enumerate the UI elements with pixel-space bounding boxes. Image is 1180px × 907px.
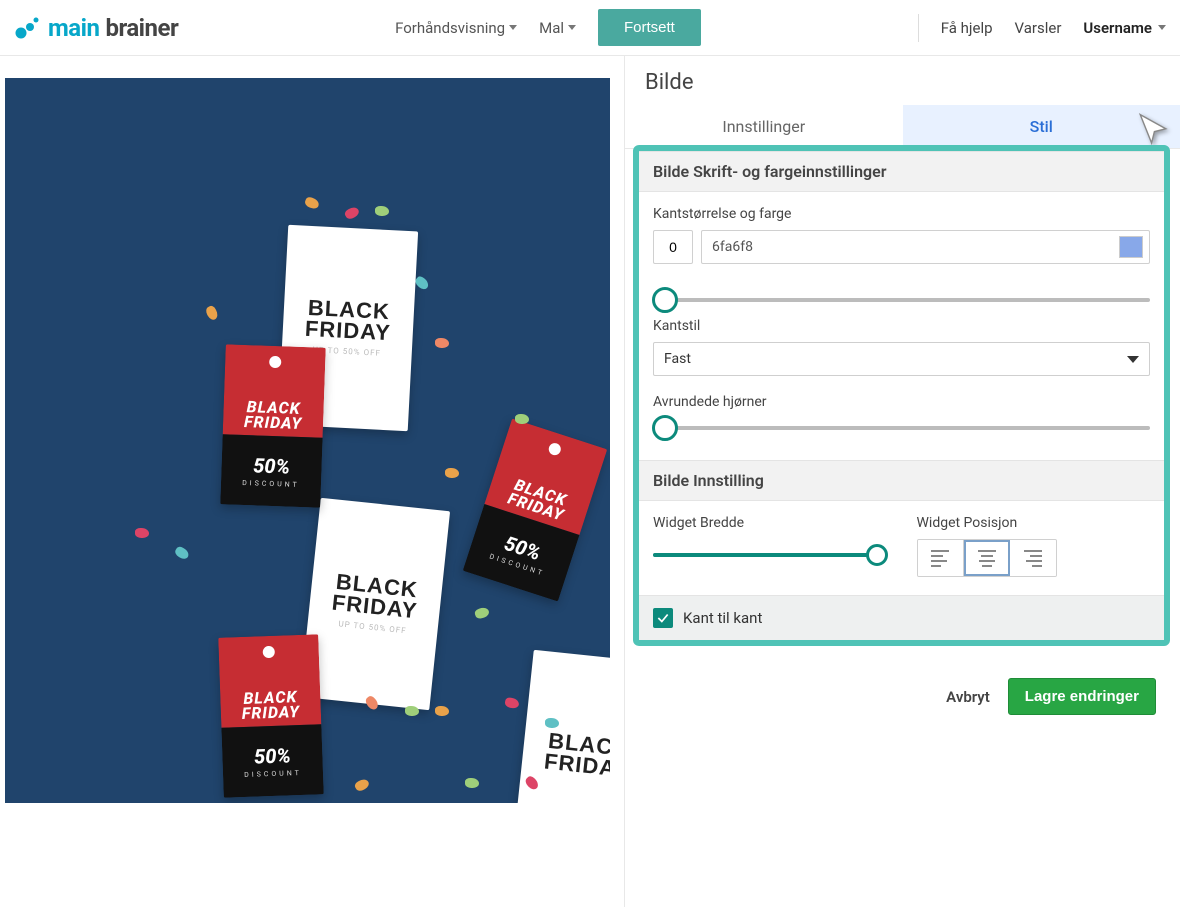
align-right-icon [1024, 550, 1042, 567]
font-section-header: Bilde Skrift- og fargeinnstillinger [639, 151, 1164, 192]
border-color-value: 6fa6f8 [712, 239, 753, 255]
sale-tag: BLACKFRIDAY 50%DISCOUNT [220, 344, 326, 507]
tag-discount: DISCOUNT [244, 769, 302, 779]
edge-to-edge-label: Kant til kant [683, 609, 762, 627]
divider [918, 14, 919, 42]
logo-icon [14, 16, 42, 40]
editor-canvas: BLACKFRIDAY UP TO 50% OFF BLACKFRIDAY UP… [0, 56, 624, 907]
logo-brainer: brainer [105, 14, 178, 42]
caret-down-icon [568, 25, 576, 30]
panel-footer: Avbryt Lagre endringer [625, 660, 1180, 733]
panel-title: Bilde [625, 56, 1180, 105]
card-line2: FRIDAY [543, 749, 610, 783]
color-swatch [1119, 236, 1143, 258]
align-center-icon [978, 550, 996, 567]
cancel-button[interactable]: Avbryt [946, 688, 990, 706]
side-panel: Bilde Innstillinger Stil Bilde Skrift- o… [624, 56, 1180, 907]
help-link[interactable]: Få hjelp [941, 19, 993, 37]
sale-tag: BLACKFRIDAY 50%DISCOUNT [463, 418, 608, 601]
border-style-label: Kantstil [653, 318, 1150, 334]
tag-line: FRIDAY [242, 704, 301, 721]
border-style-select[interactable]: Fast [653, 342, 1150, 376]
style-highlight-box: Bilde Skrift- og fargeinnstillinger Kant… [633, 145, 1170, 646]
app-header: mainbrainer Forhåndsvisning Mal Fortsett… [0, 0, 1180, 56]
image-section-header: Bilde Innstilling [639, 460, 1164, 501]
tab-settings[interactable]: Innstillinger [625, 105, 903, 148]
brand-logo: mainbrainer [14, 14, 178, 42]
border-color-input[interactable]: 6fa6f8 [701, 230, 1150, 264]
nav-right: Få hjelp Varsler Username [918, 14, 1166, 42]
tag-discount: DISCOUNT [242, 479, 300, 489]
widget-position-segment [917, 539, 1057, 577]
border-style-value: Fast [664, 351, 691, 367]
cursor-icon [1136, 111, 1170, 149]
edge-to-edge-checkbox[interactable] [653, 608, 673, 628]
edge-to-edge-row[interactable]: Kant til kant [639, 595, 1164, 640]
preview-label: Forhåndsvisning [395, 19, 505, 37]
rounded-corners-label: Avrundede hjørner [653, 394, 1150, 410]
border-size-input[interactable] [653, 230, 693, 264]
widget-width-label: Widget Bredde [653, 515, 887, 531]
widget-width-slider[interactable] [653, 545, 887, 565]
user-menu[interactable]: Username [1083, 19, 1166, 37]
continue-button[interactable]: Fortsett [598, 9, 701, 46]
alerts-link[interactable]: Varsler [1015, 19, 1062, 37]
border-size-slider[interactable] [653, 290, 1150, 310]
tag-percent: 50% [253, 453, 291, 478]
preview-dropdown[interactable]: Forhåndsvisning [395, 19, 517, 37]
nav-center: Forhåndsvisning Mal Fortsett [395, 9, 701, 46]
triangle-down-icon [1127, 356, 1139, 363]
promo-card: BLACKFRIDAY UP TO 50% OFF [300, 498, 450, 710]
card-sub: UP TO 50% OFF [338, 620, 407, 636]
tab-style-label: Stil [1030, 117, 1053, 136]
widget-position-label: Widget Posisjon [917, 515, 1151, 531]
save-button[interactable]: Lagre endringer [1008, 678, 1156, 715]
align-left-icon [931, 550, 949, 567]
template-label: Mal [539, 19, 564, 37]
template-dropdown[interactable]: Mal [539, 19, 576, 37]
caret-down-icon [1158, 25, 1166, 30]
caret-down-icon [509, 25, 517, 30]
tab-style[interactable]: Stil [903, 105, 1180, 148]
rounded-corners-slider[interactable] [653, 418, 1150, 438]
sale-tag: BLACKFRIDAY 50%DISCOUNT [218, 634, 324, 797]
align-right-button[interactable] [1010, 540, 1056, 576]
align-center-button[interactable] [964, 540, 1010, 576]
border-size-label: Kantstørrelse og farge [653, 206, 1150, 222]
align-left-button[interactable] [918, 540, 964, 576]
image-preview[interactable]: BLACKFRIDAY UP TO 50% OFF BLACKFRIDAY UP… [5, 78, 610, 803]
username-label: Username [1083, 19, 1152, 37]
tag-percent: 50% [254, 743, 292, 768]
logo-main: main [48, 14, 99, 42]
tag-line: FRIDAY [244, 414, 303, 431]
panel-tabs: Innstillinger Stil [625, 105, 1180, 149]
card-line2: FRIDAY [304, 315, 391, 344]
